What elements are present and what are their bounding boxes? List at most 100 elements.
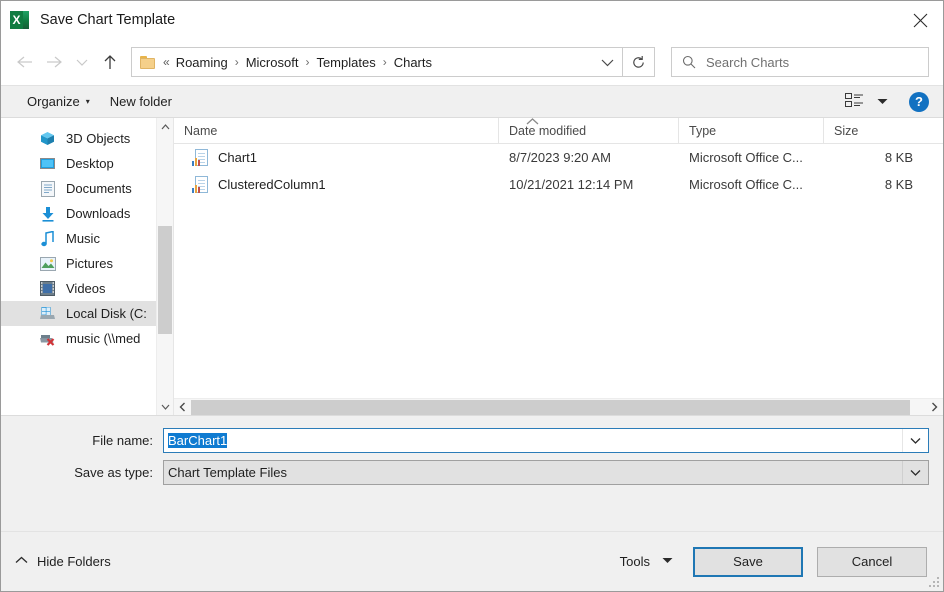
refresh-icon[interactable] — [623, 47, 655, 77]
pictures-icon — [39, 256, 56, 272]
downloads-icon — [39, 206, 56, 222]
save-label: Save — [733, 554, 763, 569]
file-name-value[interactable]: BarChart1 — [168, 433, 227, 448]
sidebar-item-3d-objects[interactable]: 3D Objects — [1, 126, 173, 151]
organize-label: Organize — [27, 94, 80, 109]
file-rows: Chart1 8/7/2023 9:20 AM Microsoft Office… — [174, 144, 943, 398]
hide-folders-label: Hide Folders — [37, 554, 111, 569]
command-bar-right: ? — [841, 90, 933, 114]
breadcrumb-separator[interactable]: › — [298, 55, 316, 69]
address-bar-chevron-down-icon[interactable] — [592, 48, 622, 76]
column-header-label: Date modified — [509, 124, 586, 138]
breadcrumb-item-1[interactable]: Microsoft — [246, 55, 299, 70]
column-header-name[interactable]: Name — [174, 118, 499, 144]
breadcrumb-overflow[interactable]: « — [163, 55, 176, 69]
chevron-down-icon — [662, 557, 673, 566]
scroll-down-chevron-icon[interactable] — [157, 398, 173, 415]
chart-template-file-icon — [192, 176, 209, 194]
file-name-chevron-down-icon[interactable] — [902, 429, 928, 452]
sidebar-item-label: Music — [66, 231, 100, 246]
view-layout-icon[interactable] — [841, 90, 867, 114]
scroll-left-chevron-icon[interactable] — [174, 399, 191, 416]
save-as-type-label: Save as type: — [15, 465, 163, 480]
sidebar-item-music-network[interactable]: music (\\med — [1, 326, 173, 351]
address-bar[interactable]: « Roaming › Microsoft › Templates › Char… — [131, 47, 623, 77]
save-button[interactable]: Save — [693, 547, 803, 577]
view-chevron-down-icon[interactable] — [869, 90, 895, 114]
dialog-title: Save Chart Template — [40, 12, 175, 28]
save-as-type-chevron-down-icon[interactable] — [902, 461, 928, 484]
content-area: 3D Objects Desktop Documents Downloads — [1, 118, 943, 415]
folder-icon — [140, 56, 156, 69]
sidebar-item-pictures[interactable]: Pictures — [1, 251, 173, 276]
search-icon — [682, 55, 696, 69]
file-name-input[interactable]: BarChart1 — [163, 428, 929, 453]
sidebar-item-desktop[interactable]: Desktop — [1, 151, 173, 176]
column-header-type[interactable]: Type — [679, 118, 824, 144]
forward-arrow-icon[interactable] — [39, 47, 69, 77]
excel-icon: X — [10, 10, 30, 30]
videos-icon — [39, 281, 56, 297]
sidebar-scrollbar[interactable] — [156, 118, 173, 415]
save-form: File name: BarChart1 Save as type: Chart… — [1, 415, 943, 531]
sidebar-item-label: Videos — [66, 281, 106, 296]
help-icon[interactable]: ? — [909, 92, 929, 112]
resize-grip-icon[interactable] — [929, 577, 940, 588]
file-name-label: ClusteredColumn1 — [218, 177, 326, 192]
up-arrow-icon[interactable] — [95, 47, 125, 77]
cancel-button[interactable]: Cancel — [817, 547, 927, 577]
search-input[interactable]: Search Charts — [706, 55, 789, 70]
breadcrumb-separator[interactable]: › — [228, 55, 246, 69]
sidebar-scrollbar-thumb[interactable] — [158, 226, 172, 334]
column-header-label: Type — [689, 124, 716, 138]
sidebar-item-label: 3D Objects — [66, 131, 130, 146]
file-list-horizontal-scrollbar[interactable] — [174, 398, 943, 415]
sidebar-item-documents[interactable]: Documents — [1, 176, 173, 201]
table-row[interactable]: ClusteredColumn1 10/21/2021 12:14 PM Mic… — [174, 171, 943, 198]
sidebar-item-label: Desktop — [66, 156, 114, 171]
chevron-down-icon: ▾ — [86, 97, 90, 106]
cancel-label: Cancel — [852, 554, 892, 569]
dialog-footer: Hide Folders Tools Save Cancel — [1, 531, 943, 591]
horizontal-scrollbar-thumb[interactable] — [191, 400, 910, 415]
file-type-cell: Microsoft Office C... — [679, 171, 824, 198]
save-chart-template-dialog: X Save Chart Template « Roaming — [0, 0, 944, 592]
sidebar-item-local-disk[interactable]: Local Disk (C: — [1, 301, 173, 326]
horizontal-scrollbar-track[interactable] — [191, 399, 926, 416]
sidebar-item-videos[interactable]: Videos — [1, 276, 173, 301]
navigation-bar: « Roaming › Microsoft › Templates › Char… — [1, 39, 943, 85]
new-folder-button[interactable]: New folder — [100, 89, 182, 115]
save-as-type-row: Save as type: Chart Template Files — [15, 460, 929, 485]
breadcrumb-item-0[interactable]: Roaming — [176, 55, 228, 70]
sort-ascending-indicator-icon — [526, 117, 539, 128]
close-icon[interactable] — [897, 1, 943, 39]
column-headers: Name Date modified Type Size — [174, 118, 943, 144]
new-folder-label: New folder — [110, 94, 172, 109]
file-name-row: File name: BarChart1 — [15, 428, 929, 453]
column-header-size[interactable]: Size — [824, 118, 929, 144]
scroll-right-chevron-icon[interactable] — [926, 399, 943, 416]
file-date-cell: 8/7/2023 9:20 AM — [499, 144, 679, 171]
sidebar-item-downloads[interactable]: Downloads — [1, 201, 173, 226]
breadcrumb: « Roaming › Microsoft › Templates › Char… — [163, 55, 592, 70]
breadcrumb-separator[interactable]: › — [376, 55, 394, 69]
network-drive-disconnected-icon — [39, 331, 56, 347]
file-list-pane: Name Date modified Type Size — [173, 118, 943, 415]
breadcrumb-item-2[interactable]: Templates — [316, 55, 375, 70]
file-name-value-wrap[interactable]: BarChart1 — [164, 433, 902, 448]
search-box[interactable]: Search Charts — [671, 47, 929, 77]
column-header-label: Size — [834, 124, 858, 138]
hide-folders-button[interactable]: Hide Folders — [15, 554, 111, 569]
file-date-cell: 10/21/2021 12:14 PM — [499, 171, 679, 198]
organize-button[interactable]: Organize ▾ — [17, 89, 100, 115]
excel-icon-accent — [23, 11, 29, 29]
table-row[interactable]: Chart1 8/7/2023 9:20 AM Microsoft Office… — [174, 144, 943, 171]
sidebar-item-music[interactable]: Music — [1, 226, 173, 251]
scroll-up-chevron-icon[interactable] — [157, 118, 173, 135]
save-as-type-select[interactable]: Chart Template Files — [163, 460, 929, 485]
breadcrumb-item-3[interactable]: Charts — [394, 55, 432, 70]
tools-button[interactable]: Tools — [620, 554, 679, 569]
file-name-cell: ClusteredColumn1 — [174, 171, 499, 198]
recent-locations-chevron-down-icon[interactable] — [69, 47, 95, 77]
back-arrow-icon[interactable] — [9, 47, 39, 77]
